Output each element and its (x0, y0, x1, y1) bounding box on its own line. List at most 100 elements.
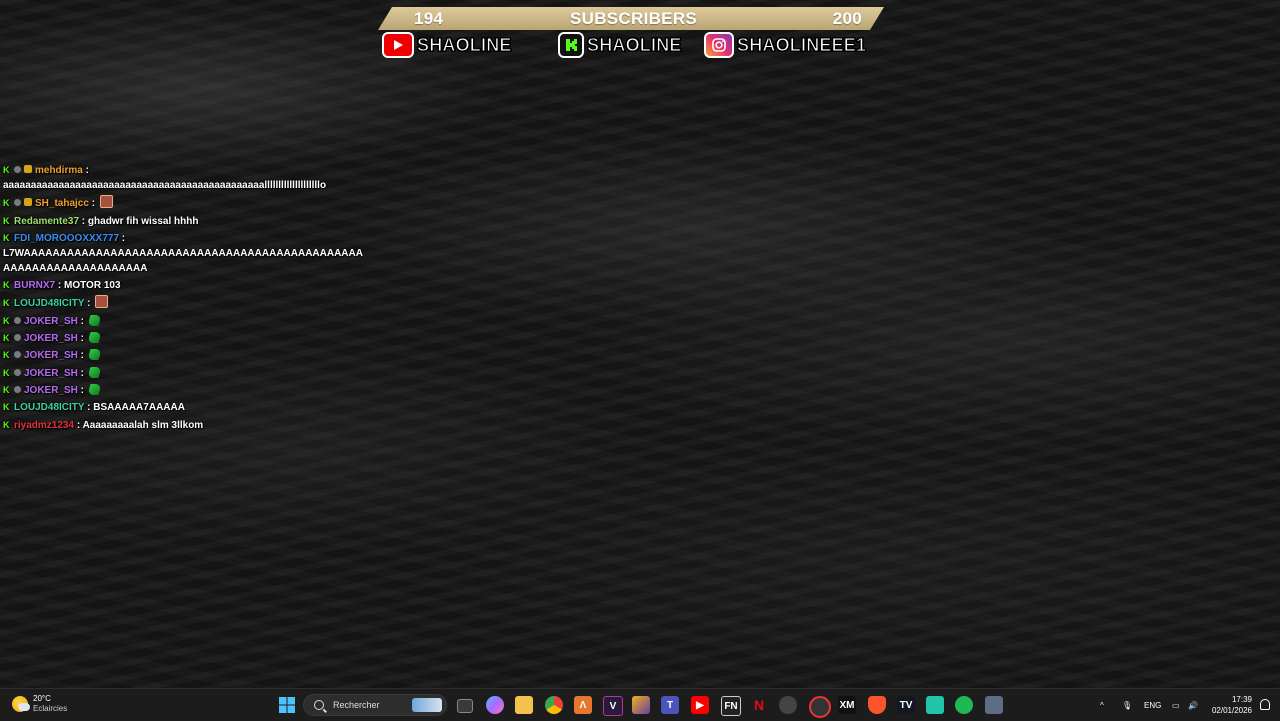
task-view-icon[interactable] (457, 699, 473, 713)
language-indicator[interactable]: ENG (1144, 689, 1161, 721)
chrome-icon[interactable] (545, 696, 563, 714)
start-button[interactable] (278, 696, 296, 714)
app-shield-icon[interactable] (632, 696, 650, 714)
netflix-icon[interactable]: N (750, 696, 768, 714)
kick-badge-icon: K (3, 367, 10, 378)
subscriber-badge-icon (24, 198, 32, 207)
calculator-icon[interactable] (985, 696, 1003, 714)
emote-icon (87, 314, 102, 326)
chat-message: K FDI_MOROOOXXX777 : L7WAAAAAAAAAAAAAAAAA… (3, 232, 363, 274)
kick-icon (558, 32, 584, 58)
weather-temp: 20°C (33, 694, 51, 703)
moderator-badge-icon (14, 351, 21, 359)
chat-text: Aaaaaaaaalah slm 3llkom (82, 419, 204, 431)
moderator-badge-icon (14, 368, 21, 376)
chat-message: Kmehdirma : aaaaaaaaaaaaaaaaaaaaaaaaaaaa… (3, 165, 327, 191)
subscriber-goal: 200 (832, 9, 862, 28)
app-v-icon[interactable]: V (603, 696, 623, 716)
kick-badge-icon: K (3, 402, 10, 413)
chat-username: SH_tahajcc (35, 198, 89, 210)
chat-overlay: Kmehdirma : aaaaaaaaaaaaaaaaaaaaaaaaaaaa… (3, 163, 363, 435)
search-placeholder: Rechercher (333, 700, 380, 710)
subscriber-label: SUBSCRIBERS (570, 9, 698, 28)
kick-badge-icon: K (3, 419, 10, 430)
chat-text: ghadwr fih wissal hhhh (87, 215, 199, 227)
clock-time: 17:39 (1231, 695, 1252, 704)
search-icon (314, 700, 324, 710)
instagram-handle-text: SHAOLINEEE1 (736, 34, 867, 55)
kick-badge-icon: K (3, 350, 10, 361)
app-fn-icon[interactable]: FN (721, 696, 741, 716)
chat-message: Kriyadmz1234 : Aaaaaaaaalah slm 3llkom (3, 419, 204, 431)
taskbar-search[interactable]: Rechercher (303, 694, 447, 716)
taskbar: 20°C Eclaircies Rechercher Λ V T ▶ FN N … (0, 688, 1280, 721)
chat-text: BSAAAAA7AAAAA (93, 402, 185, 414)
chat-username: JOKER_SH (24, 315, 78, 327)
moderator-badge-icon (14, 334, 21, 342)
brave-icon[interactable] (868, 696, 886, 714)
weather-widget[interactable]: 20°C Eclaircies (12, 694, 67, 714)
notification-bell-icon[interactable] (1260, 699, 1270, 710)
moderator-badge-icon (14, 199, 21, 207)
emote-icon (87, 349, 102, 361)
chat-message: K JOKER_SH : (3, 348, 363, 363)
app-xm-icon[interactable]: XM (838, 696, 856, 714)
kick-badge-icon: K (3, 384, 10, 395)
chat-message: K Redamente37 : ghadwr fih wissal hhhh (3, 215, 199, 227)
chat-username: JOKER_SH (24, 350, 78, 362)
moderator-badge-icon (14, 166, 21, 173)
youtube-app-icon[interactable]: ▶ (691, 696, 709, 714)
weather-condition: Eclaircies (33, 704, 68, 713)
tray-overflow-icon[interactable]: ^ (1100, 689, 1104, 721)
kick-badge-icon: K (3, 198, 10, 209)
chat-username: BURNX7 (14, 280, 56, 292)
spotify-icon[interactable] (955, 696, 973, 714)
chat-message: K BURNX7 : MOTOR 103 (3, 280, 121, 292)
instagram-icon (704, 32, 734, 58)
copilot-icon[interactable] (486, 696, 504, 714)
app-chat-icon[interactable] (926, 696, 944, 714)
chat-text: aaaaaaaaaaaaaaaaaaaaaaaaaaaaaaaaaaaaaaaa… (3, 180, 327, 191)
chat-username: LOUJD48ICITY (14, 298, 85, 310)
microphone-icon[interactable]: 🎙 (1122, 689, 1132, 721)
chat-message: K LOUJD48ICITY : BSAAAAA7AAAAA (3, 402, 185, 414)
chat-username: JOKER_SH (24, 333, 78, 345)
network-icon[interactable]: ▭ (1172, 689, 1180, 721)
emote-icon (99, 195, 113, 209)
chat-username: mehdirma (35, 165, 83, 176)
chat-username: JOKER_SH (24, 384, 78, 396)
tradingview-icon[interactable]: TV (897, 696, 915, 714)
app-notify-icon[interactable] (809, 696, 831, 718)
kick-badge-icon: K (3, 165, 10, 175)
kick-handle: SHAOLINE (558, 31, 682, 59)
chat-message: K JOKER_SH : (3, 314, 363, 329)
chat-username: LOUJD48ICITY (14, 402, 85, 414)
chat-username: FDI_MOROOOXXX777 (14, 232, 120, 244)
youtube-handle-text: SHAOLINE (417, 34, 512, 55)
chat-username: Redamente37 (14, 215, 80, 227)
chat-message: K JOKER_SH : (3, 331, 363, 346)
kick-badge-icon: K (3, 232, 10, 243)
volume-icon[interactable]: 🔊 (1188, 689, 1198, 721)
subscriber-badge-icon (24, 165, 32, 173)
chat-username: riyadmz1234 (14, 419, 75, 431)
kick-badge-icon: K (3, 333, 10, 344)
app-cloud-icon[interactable] (779, 696, 797, 714)
kick-handle-text: SHAOLINE (587, 34, 682, 55)
chat-message: K LOUJD48ICITY : (3, 295, 363, 311)
instagram-handle: SHAOLINEEE1 (704, 31, 867, 59)
kick-badge-icon: K (3, 280, 10, 291)
youtube-handle: SHAOLINE (382, 31, 512, 59)
chat-message: K JOKER_SH : (3, 383, 363, 398)
emote-icon (95, 295, 109, 309)
search-highlight-icon (412, 698, 442, 712)
emote-icon (87, 366, 102, 378)
clock[interactable]: 17:39 02/01/2026 (1212, 694, 1252, 716)
emote-icon (87, 332, 102, 344)
subscriber-count: 194 (414, 9, 444, 28)
youtube-icon (382, 32, 414, 58)
app-a-icon[interactable]: Λ (574, 696, 592, 714)
file-explorer-icon[interactable] (515, 696, 533, 714)
teams-icon[interactable]: T (661, 696, 679, 714)
kick-badge-icon: K (3, 298, 10, 309)
